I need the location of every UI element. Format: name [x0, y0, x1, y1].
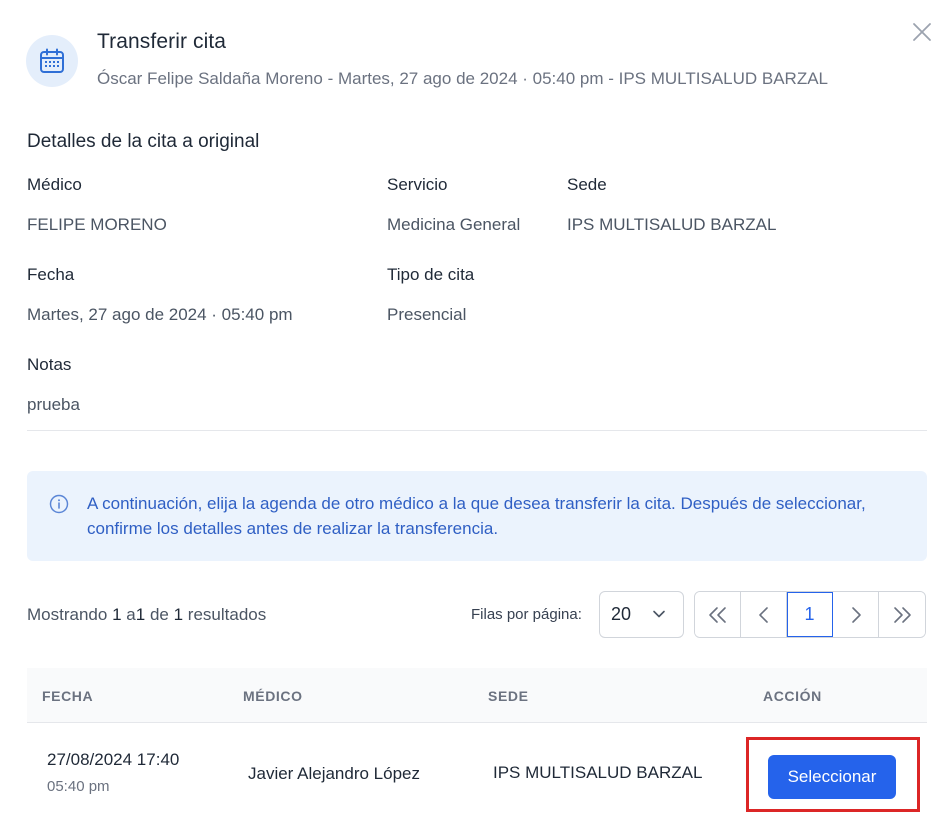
details-section-title: Detalles de la cita a original — [27, 131, 260, 152]
info-icon — [49, 494, 69, 514]
notas-value: prueba — [27, 395, 80, 414]
row-hora: 05:40 pm — [47, 778, 110, 795]
showing-of-word: de — [149, 605, 169, 624]
chevron-down-icon — [653, 610, 665, 618]
last-page-button[interactable] — [879, 592, 925, 637]
column-header-accion: ACCIÓN — [763, 688, 822, 704]
next-page-button[interactable] — [833, 592, 879, 637]
medico-label: Médico — [27, 175, 82, 194]
sede-label: Sede — [567, 175, 607, 194]
fecha-value: Martes, 27 ago de 2024 · 05:40 pm — [27, 305, 293, 324]
info-alert: A continuación, elija la agenda de otro … — [27, 471, 927, 561]
transfer-appointment-modal: Transferir cita Óscar Felipe Saldaña Mor… — [0, 0, 951, 837]
chevron-right-icon — [851, 606, 861, 623]
chevron-left-icon — [758, 606, 768, 623]
column-header-sede: SEDE — [488, 688, 529, 704]
servicio-value: Medicina General — [387, 215, 521, 234]
section-divider — [27, 430, 927, 431]
previous-page-button[interactable] — [741, 592, 787, 637]
sede-value: IPS MULTISALUD BARZAL — [567, 215, 777, 234]
calendar-icon — [26, 35, 78, 87]
modal-subtitle: Óscar Felipe Saldaña Moreno - Martes, 27… — [97, 69, 829, 88]
showing-results-word: resultados — [187, 605, 267, 624]
select-button[interactable]: Seleccionar — [768, 755, 896, 799]
column-header-fecha: FECHA — [42, 688, 94, 704]
pagination-controls: 1 — [694, 591, 926, 638]
medico-value: FELIPE MORENO — [27, 215, 167, 234]
double-chevron-left-icon — [708, 606, 726, 623]
fecha-label: Fecha — [27, 265, 75, 284]
showing-total: 1 — [173, 605, 184, 624]
info-text: A continuación, elija la agenda de otro … — [87, 494, 866, 538]
close-icon — [913, 23, 931, 41]
modal-title: Transferir cita — [97, 30, 227, 53]
column-header-medico: MÉDICO — [243, 688, 303, 704]
showing-to-word: a — [126, 605, 136, 624]
row-medico: Javier Alejandro López — [248, 764, 421, 783]
row-sede: IPS MULTISALUD BARZAL — [493, 763, 703, 782]
tipo-cita-value: Presencial — [387, 305, 467, 324]
double-chevron-right-icon — [894, 606, 911, 623]
row-fecha: 27/08/2024 17:40 — [47, 750, 180, 769]
rows-per-page-label: Filas por página: — [471, 606, 582, 623]
close-button[interactable] — [908, 18, 936, 46]
results-summary: Mostrando 1 a1 de 1 resultados — [27, 605, 266, 625]
rows-per-page-select[interactable]: 20 — [599, 591, 684, 638]
showing-to: 1 — [135, 605, 146, 624]
showing-prefix: Mostrando — [27, 605, 108, 624]
rows-per-page-value: 20 — [611, 604, 632, 624]
table-header: FECHA MÉDICO SEDE ACCIÓN — [27, 668, 927, 723]
page-button-current[interactable]: 1 — [787, 592, 833, 637]
first-page-button[interactable] — [695, 592, 741, 637]
servicio-label: Servicio — [387, 175, 448, 194]
showing-from: 1 — [112, 605, 122, 624]
notas-label: Notas — [27, 355, 72, 374]
tipo-cita-label: Tipo de cita — [387, 265, 475, 284]
